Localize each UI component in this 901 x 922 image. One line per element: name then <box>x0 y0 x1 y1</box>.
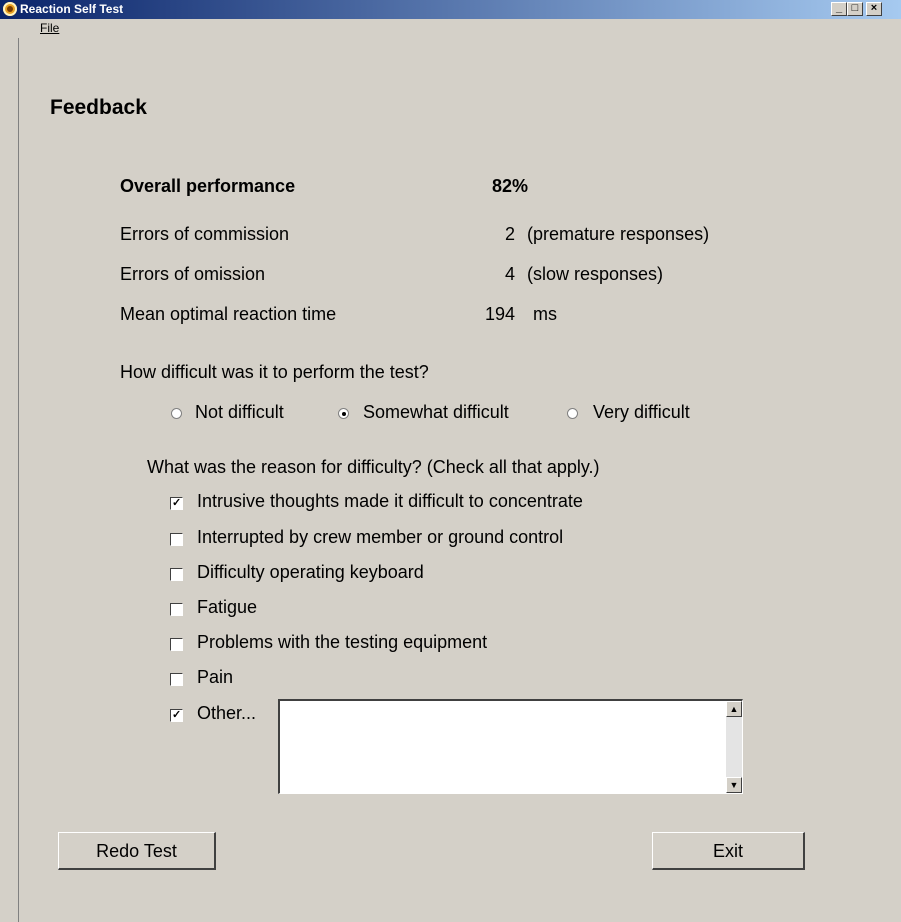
checkbox-intrusive-thoughts[interactable] <box>170 497 183 510</box>
checkbox-pain[interactable] <box>170 673 183 686</box>
checkbox-other[interactable] <box>170 709 183 722</box>
result-value-reaction-time: 194 <box>484 304 515 324</box>
checkbox-label-other[interactable]: Other... <box>197 703 256 724</box>
radio-label-very-difficult[interactable]: Very difficult <box>593 402 690 423</box>
result-unit-reaction-time: ms <box>533 304 557 324</box>
radio-very-difficult[interactable] <box>567 408 578 419</box>
textarea-scrollbar[interactable]: ▲ ▼ <box>726 701 742 793</box>
checkbox-label-keyboard[interactable]: Difficulty operating keyboard <box>197 562 424 583</box>
scroll-down-icon[interactable]: ▼ <box>726 777 742 793</box>
checkbox-label-equipment[interactable]: Problems with the testing equipment <box>197 632 487 653</box>
checkbox-keyboard[interactable] <box>170 568 183 581</box>
scroll-up-icon[interactable]: ▲ <box>726 701 742 717</box>
result-note-omission: (slow responses) <box>527 264 664 284</box>
result-note-commission: (premature responses) <box>527 224 710 244</box>
radio-not-difficult[interactable] <box>171 408 182 419</box>
result-value-omission: 4 <box>504 264 515 284</box>
checkbox-label-intrusive-thoughts[interactable]: Intrusive thoughts made it difficult to … <box>197 491 583 512</box>
menu-bar: File <box>0 19 901 38</box>
reasons-question: What was the reason for difficulty? (Che… <box>147 457 600 477</box>
checkbox-label-interrupted[interactable]: Interrupted by crew member or ground con… <box>197 527 563 548</box>
exit-button[interactable]: Exit <box>652 832 805 870</box>
difficulty-question: How difficult was it to perform the test… <box>120 362 429 382</box>
close-button[interactable]: × <box>866 2 882 16</box>
redo-test-button[interactable]: Redo Test <box>58 832 216 870</box>
menu-file[interactable]: File <box>40 21 59 35</box>
radio-label-not-difficult[interactable]: Not difficult <box>195 402 284 423</box>
checkbox-label-pain[interactable]: Pain <box>197 667 233 688</box>
minimize-button[interactable]: _ <box>831 2 847 16</box>
result-label-overall: Overall performance <box>120 176 296 196</box>
app-icon <box>3 2 17 16</box>
maximize-button[interactable]: □ <box>847 2 863 16</box>
checkbox-fatigue[interactable] <box>170 603 183 616</box>
app-window: Reaction Self Test _ □ × File Feedback O… <box>0 0 901 922</box>
other-textarea[interactable]: ▲ ▼ <box>278 699 743 794</box>
checkbox-equipment[interactable] <box>170 638 183 651</box>
checkbox-label-fatigue[interactable]: Fatigue <box>197 597 257 618</box>
result-value-overall: 82% <box>491 176 528 196</box>
result-value-commission: 2 <box>504 224 515 244</box>
menu-file-label: File <box>40 21 60 35</box>
radio-somewhat-difficult[interactable] <box>338 408 349 419</box>
result-label-commission: Errors of commission <box>120 224 290 244</box>
radio-label-somewhat-difficult[interactable]: Somewhat difficult <box>363 402 509 423</box>
checkbox-interrupted[interactable] <box>170 533 183 546</box>
result-label-omission: Errors of omission <box>120 264 266 284</box>
window-title: Reaction Self Test <box>20 2 124 16</box>
page-title: Feedback <box>50 96 147 119</box>
title-bar[interactable]: Reaction Self Test _ □ × <box>0 0 901 19</box>
result-label-reaction-time: Mean optimal reaction time <box>120 304 337 324</box>
